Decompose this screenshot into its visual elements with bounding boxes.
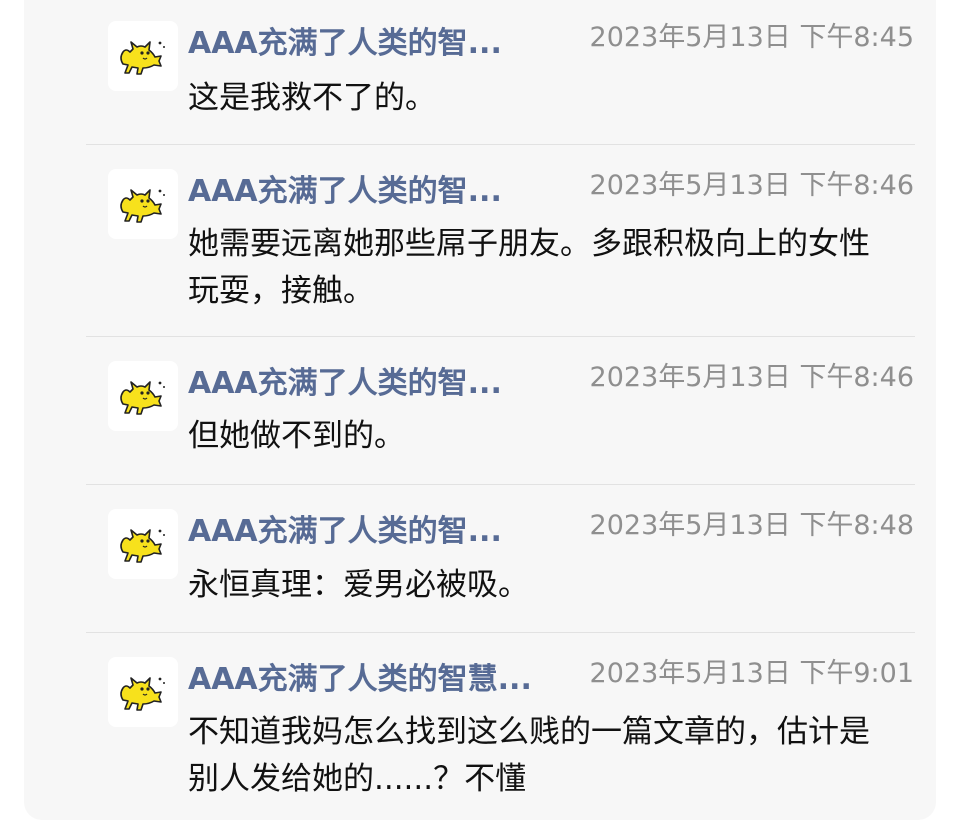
yellow-cat-icon: [120, 529, 165, 563]
message-text: 但她做不到的。: [188, 418, 405, 454]
sender-name[interactable]: AAA充满了人类的智...: [188, 24, 502, 64]
message-text: 她需要远离她那些屌子朋友。多跟积极向上的女性玩耍，接触。: [188, 226, 870, 309]
avatar[interactable]: [108, 509, 178, 579]
sender-name[interactable]: AAA充满了人类的智...: [188, 512, 502, 552]
message-text: 这是我救不了的。: [188, 80, 436, 116]
message-text: 不知道我妈怎么找到这么贱的一篇文章的，估计是别人发给她的......？不懂: [188, 714, 870, 797]
timestamp: 2023年5月13日 下午9:01: [589, 658, 914, 689]
avatar[interactable]: [108, 21, 178, 91]
timestamp: 2023年5月13日 下午8:46: [589, 170, 914, 201]
timestamp: 2023年5月13日 下午8:46: [589, 362, 914, 393]
sender-name[interactable]: AAA充满了人类的智...: [188, 364, 502, 404]
yellow-cat-icon: [120, 677, 165, 711]
avatar[interactable]: [108, 657, 178, 727]
yellow-cat-icon: [120, 189, 165, 223]
yellow-cat-icon: [120, 41, 165, 75]
avatar[interactable]: [108, 361, 178, 431]
message-divider: [86, 144, 915, 145]
yellow-cat-icon: [120, 381, 165, 415]
message-divider: [86, 484, 915, 485]
avatar[interactable]: [108, 169, 178, 239]
message-text: 永恒真理：爱男必被吸。: [188, 567, 529, 603]
message-divider: [86, 336, 915, 337]
sender-name[interactable]: AAA充满了人类的智...: [188, 172, 502, 212]
timestamp: 2023年5月13日 下午8:48: [589, 510, 914, 541]
timestamp: 2023年5月13日 下午8:45: [589, 22, 914, 53]
message-divider: [86, 632, 915, 633]
sender-name[interactable]: AAA充满了人类的智慧...: [188, 660, 532, 700]
